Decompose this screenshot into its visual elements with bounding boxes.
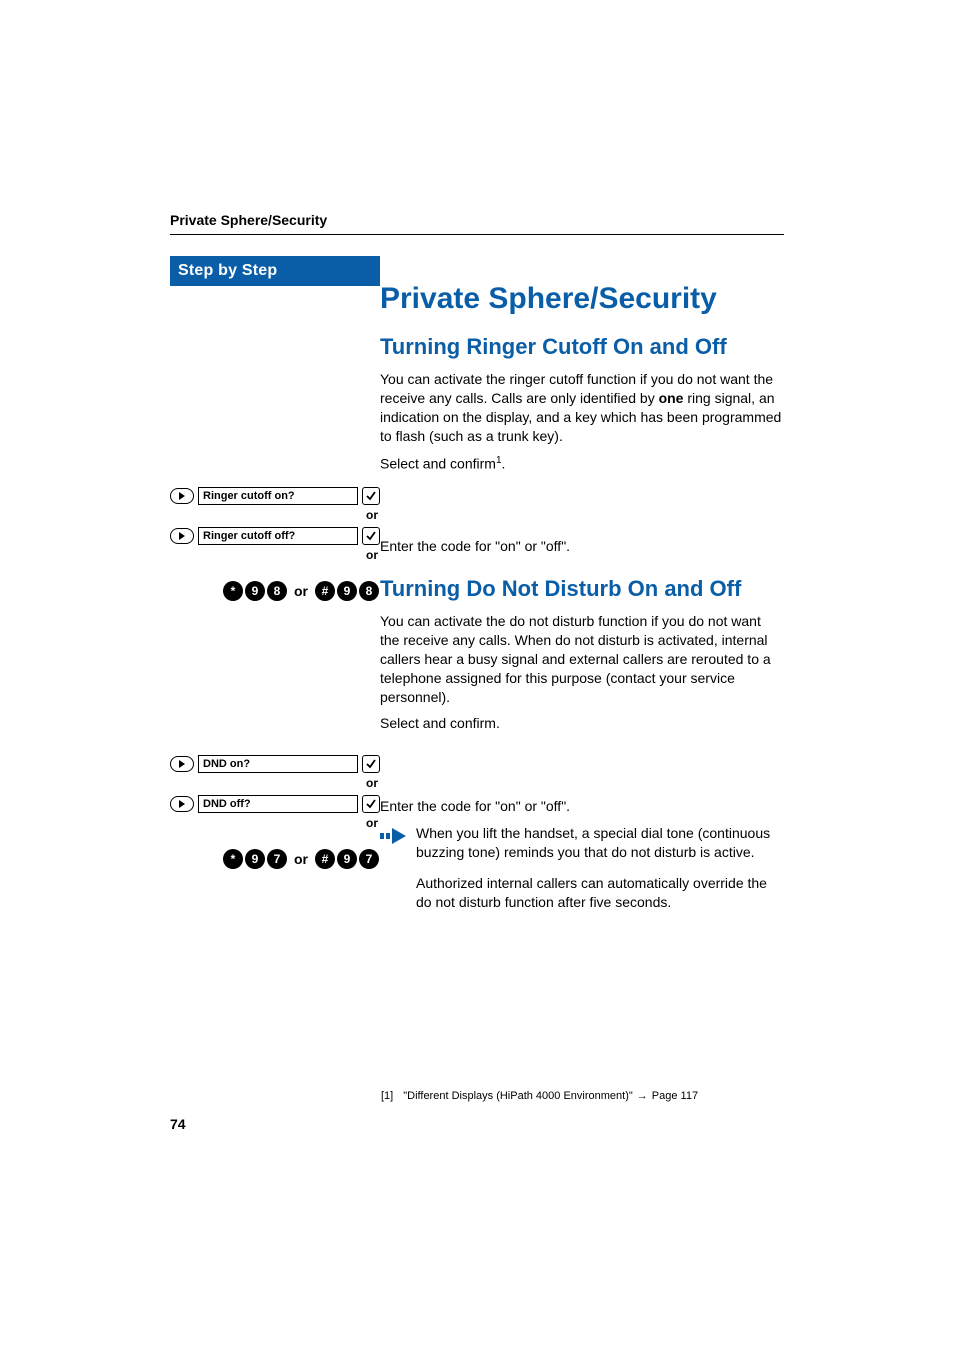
key-hash[interactable]: # — [315, 849, 335, 869]
display-row-ringer-on: Ringer cutoff on? — [170, 486, 380, 506]
note-paragraph-2: Authorized internal callers can automati… — [416, 874, 784, 912]
or-label: or — [170, 548, 380, 562]
note-arrow-icon — [380, 824, 410, 924]
or-label: or — [170, 816, 380, 830]
key-9[interactable]: 9 — [337, 581, 357, 601]
confirm-icon[interactable] — [362, 755, 380, 773]
arrow-right-icon: → — [637, 1090, 648, 1102]
note-paragraph-1: When you lift the handset, a special dia… — [416, 824, 784, 862]
page-number: 74 — [170, 1116, 186, 1132]
key-8[interactable]: 8 — [359, 581, 379, 601]
confirm-icon[interactable] — [362, 527, 380, 545]
header-rule — [170, 234, 784, 235]
confirm-icon[interactable] — [362, 487, 380, 505]
key-9[interactable]: 9 — [245, 849, 265, 869]
enter-code-line: Enter the code for "on" or "off". — [380, 537, 784, 556]
section-heading-dnd: Turning Do Not Disturb On and Off — [380, 576, 784, 602]
footnote-marker: [1] — [381, 1090, 393, 1102]
display-text: Ringer cutoff off? — [198, 527, 358, 545]
enter-code-line: Enter the code for "on" or "off". — [380, 797, 784, 816]
text: . — [502, 455, 506, 471]
key-hash[interactable]: # — [315, 581, 335, 601]
running-header: Private Sphere/Security — [170, 212, 784, 235]
display-row-dnd-off: DND off? — [170, 794, 380, 814]
scroll-next-icon[interactable] — [170, 756, 194, 772]
note-text: When you lift the handset, a special dia… — [410, 824, 784, 924]
key-9[interactable]: 9 — [245, 581, 265, 601]
content-column: Private Sphere/Security Turning Ringer C… — [380, 256, 784, 924]
keypad-code-dnd: * 9 7 or # 9 7 — [170, 848, 380, 870]
confirm-icon[interactable] — [362, 795, 380, 813]
step-column: Step by Step Ringer cutoff on? or Ringe — [170, 256, 380, 924]
keypad-code-ringer: * 9 8 or # 9 8 — [170, 580, 380, 602]
display-text: Ringer cutoff on? — [198, 487, 358, 505]
note-block: When you lift the handset, a special dia… — [380, 824, 784, 924]
display-row-ringer-off: Ringer cutoff off? — [170, 526, 380, 546]
key-star[interactable]: * — [223, 849, 243, 869]
display-text: DND off? — [198, 795, 358, 813]
display-row-dnd-on: DND on? — [170, 754, 380, 774]
key-7[interactable]: 7 — [359, 849, 379, 869]
scroll-next-icon[interactable] — [170, 796, 194, 812]
footnote-page-ref[interactable]: Page 117 — [652, 1090, 698, 1102]
dnd-intro-paragraph: You can activate the do not disturb func… — [380, 612, 784, 706]
display-text: DND on? — [198, 755, 358, 773]
or-label: or — [170, 776, 380, 790]
select-confirm-line: Select and confirm1. — [380, 454, 784, 474]
scroll-next-icon[interactable] — [170, 528, 194, 544]
section-heading-ringer: Turning Ringer Cutoff On and Off — [380, 334, 784, 360]
key-8[interactable]: 8 — [267, 581, 287, 601]
text-bold: one — [659, 390, 684, 406]
ringer-intro-paragraph: You can activate the ringer cutoff funct… — [380, 370, 784, 446]
running-header-text: Private Sphere/Security — [170, 212, 327, 228]
footnote-text: "Different Displays (HiPath 4000 Environ… — [403, 1090, 633, 1102]
select-confirm-line: Select and confirm. — [380, 714, 784, 733]
key-7[interactable]: 7 — [267, 849, 287, 869]
page-title: Private Sphere/Security — [380, 282, 784, 316]
step-by-step-header: Step by Step — [170, 256, 380, 286]
footnote: [1] "Different Displays (HiPath 4000 Env… — [381, 1090, 698, 1102]
or-label: or — [294, 851, 308, 867]
scroll-next-icon[interactable] — [170, 488, 194, 504]
text: Select and confirm — [380, 455, 496, 471]
key-9[interactable]: 9 — [337, 849, 357, 869]
or-label: or — [294, 583, 308, 599]
or-label: or — [170, 508, 380, 522]
key-star[interactable]: * — [223, 581, 243, 601]
